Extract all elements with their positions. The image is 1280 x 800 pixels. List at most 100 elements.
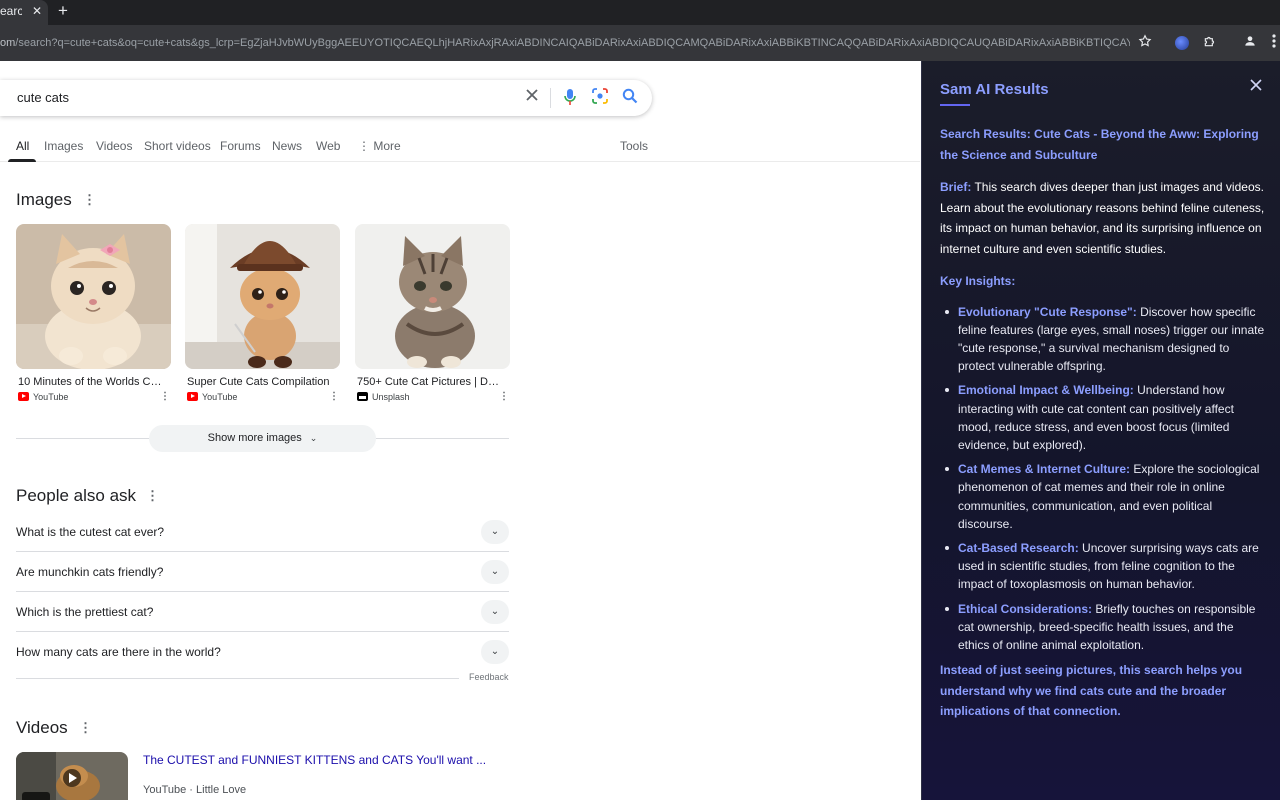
tab-images[interactable]: Images — [44, 139, 83, 153]
close-icon[interactable]: ✕ — [30, 3, 44, 19]
brief-label: Brief: — [940, 180, 972, 194]
video-result-title[interactable]: The CUTEST and FUNNIEST KITTENS and CATS… — [143, 753, 486, 767]
tab-more[interactable]: ⋮ More — [358, 139, 401, 153]
paa-question: Which is the prettiest cat? — [16, 605, 154, 619]
insight-label: Cat-Based Research: — [958, 540, 1079, 555]
unsplash-icon — [357, 392, 368, 401]
clear-icon[interactable] — [522, 88, 542, 108]
tab-short-videos[interactable]: Short videos — [144, 139, 211, 153]
show-more-images-button[interactable]: Show more images ⌄ — [149, 425, 376, 452]
paa-question-row[interactable]: Are munchkin cats friendly? ⌄ — [16, 552, 509, 592]
close-icon[interactable] — [1248, 79, 1264, 95]
paa-question-row[interactable]: How many cats are there in the world? ⌄ — [16, 632, 509, 672]
search-icon[interactable] — [620, 88, 640, 108]
search-nav-tabs: All Images Videos Short videos Forums Ne… — [0, 135, 920, 162]
browser-tab[interactable]: earch ✕ — [0, 0, 48, 25]
ai-panel-body: Search Results: Cute Cats - Beyond the A… — [940, 124, 1266, 722]
image-source: Unsplash ⋮ — [355, 391, 510, 403]
extension-globe-icon[interactable] — [1173, 34, 1191, 52]
puss-in-boots-cat-image[interactable] — [185, 224, 340, 369]
search-input[interactable]: cute cats — [17, 90, 69, 105]
extensions-puzzle-icon[interactable] — [1201, 34, 1219, 52]
tools-button[interactable]: Tools — [620, 139, 648, 153]
image-source-label: YouTube — [202, 392, 238, 402]
list-item: Cat-Based Research: Uncover surprising w… — [945, 539, 1266, 594]
lens-camera-icon[interactable] — [590, 88, 610, 108]
tab-title: earch — [0, 4, 22, 18]
browser-menu-icon[interactable] — [1268, 34, 1280, 52]
video-result-meta: YouTube · Little Love — [143, 784, 247, 796]
tab-forums[interactable]: Forums — [220, 139, 261, 153]
paa-question: What is the cutest cat ever? — [16, 525, 165, 539]
ai-panel-title: Sam AI Results — [940, 81, 1049, 98]
divider — [16, 678, 459, 679]
image-source: YouTube ⋮ — [185, 391, 340, 403]
more-options-icon[interactable]: ⋮ — [329, 391, 339, 403]
list-item: Cat Memes & Internet Culture: Explore th… — [945, 460, 1266, 533]
ai-conclusion: Instead of just seeing pictures, this se… — [940, 663, 1243, 719]
image-source: YouTube ⋮ — [16, 391, 171, 403]
insight-label: Cat Memes & Internet Culture: — [958, 462, 1131, 477]
feedback-link[interactable]: Feedback — [469, 672, 509, 682]
tab-news[interactable]: News — [272, 139, 302, 153]
tab-all[interactable]: All — [16, 139, 29, 153]
images-section-title: Images — [16, 190, 72, 209]
more-options-icon[interactable]: ⋮ — [160, 391, 170, 403]
images-more-options-icon[interactable]: ⋮ — [83, 193, 96, 207]
videos-section-title: Videos — [16, 718, 68, 737]
image-result-card[interactable]: 750+ Cute Cat Pictures | Dow... Unsplash… — [355, 224, 510, 403]
paa-more-options-icon[interactable]: ⋮ — [146, 489, 159, 503]
browser-tab-bar: earch ✕ + — [0, 0, 1280, 25]
image-caption[interactable]: 10 Minutes of the Worlds CU... — [16, 376, 166, 388]
search-box[interactable]: cute cats — [0, 80, 652, 116]
tab-videos[interactable]: Videos — [96, 139, 132, 153]
tab-web[interactable]: Web — [316, 139, 340, 153]
divider — [550, 88, 551, 108]
youtube-icon — [187, 392, 198, 401]
paa-question: Are munchkin cats friendly? — [16, 565, 164, 579]
insight-label: Evolutionary "Cute Response": — [958, 304, 1137, 319]
tabby-kitten-image[interactable] — [355, 224, 510, 369]
image-caption[interactable]: 750+ Cute Cat Pictures | Dow... — [355, 376, 505, 388]
url-field[interactable]: om/search?q=cute+cats&oq=cute+cats&gs_lc… — [0, 36, 1130, 50]
chevron-down-icon[interactable]: ⌄ — [481, 520, 509, 544]
image-source-label: YouTube — [33, 392, 69, 402]
list-item: Evolutionary "Cute Response": Discover h… — [945, 303, 1266, 376]
paa-question: How many cats are there in the world? — [16, 645, 221, 659]
chevron-down-icon[interactable]: ⌄ — [481, 560, 509, 584]
image-result-card[interactable]: Super Cute Cats Compilation YouTube ⋮ — [185, 224, 340, 403]
list-item: Ethical Considerations: Briefly touches … — [945, 600, 1266, 655]
kitten-with-bow-image[interactable] — [16, 224, 171, 369]
chevron-down-icon: ⌄ — [309, 433, 318, 443]
url-host: om — [0, 37, 16, 49]
active-tab-indicator — [8, 159, 36, 162]
tab-more-label: More — [373, 139, 401, 153]
profile-icon[interactable] — [1241, 34, 1259, 52]
video-thumbnail[interactable] — [16, 752, 128, 800]
voice-search-mic-icon[interactable] — [560, 88, 580, 108]
more-options-icon[interactable]: ⋮ — [499, 391, 509, 403]
image-source-label: Unsplash — [372, 392, 410, 402]
address-bar: om/search?q=cute+cats&oq=cute+cats&gs_lc… — [0, 25, 1280, 61]
brief-text: This search dives deeper than just image… — [940, 180, 1265, 256]
image-caption[interactable]: Super Cute Cats Compilation — [185, 376, 335, 388]
more-vert-icon: ⋮ — [358, 139, 370, 153]
videos-more-options-icon[interactable]: ⋮ — [79, 721, 92, 735]
bookmark-star-icon[interactable] — [1136, 34, 1154, 52]
key-insights-heading: Key Insights: — [940, 274, 1016, 288]
chevron-down-icon[interactable]: ⌄ — [481, 640, 509, 664]
show-more-label: Show more images — [207, 432, 302, 444]
image-result-card[interactable]: 10 Minutes of the Worlds CU... YouTube ⋮ — [16, 224, 171, 403]
title-underline — [940, 104, 970, 106]
url-path: /search?q=cute+cats&oq=cute+cats&gs_lcrp… — [15, 37, 1130, 49]
chevron-down-icon[interactable]: ⌄ — [481, 600, 509, 624]
paa-section-title: People also ask — [16, 486, 137, 505]
list-item: Emotional Impact & Wellbeing: Understand… — [945, 381, 1266, 454]
new-tab-button[interactable]: + — [55, 2, 71, 20]
insight-label: Emotional Impact & Wellbeing: — [958, 383, 1134, 398]
key-insights-list: Evolutionary "Cute Response": Discover h… — [940, 303, 1266, 655]
insight-label: Ethical Considerations: — [958, 601, 1093, 616]
sam-ai-results-panel: Sam AI Results Search Results: Cute Cats… — [921, 61, 1280, 800]
paa-question-row[interactable]: What is the cutest cat ever? ⌄ — [16, 512, 509, 552]
paa-question-row[interactable]: Which is the prettiest cat? ⌄ — [16, 592, 509, 632]
